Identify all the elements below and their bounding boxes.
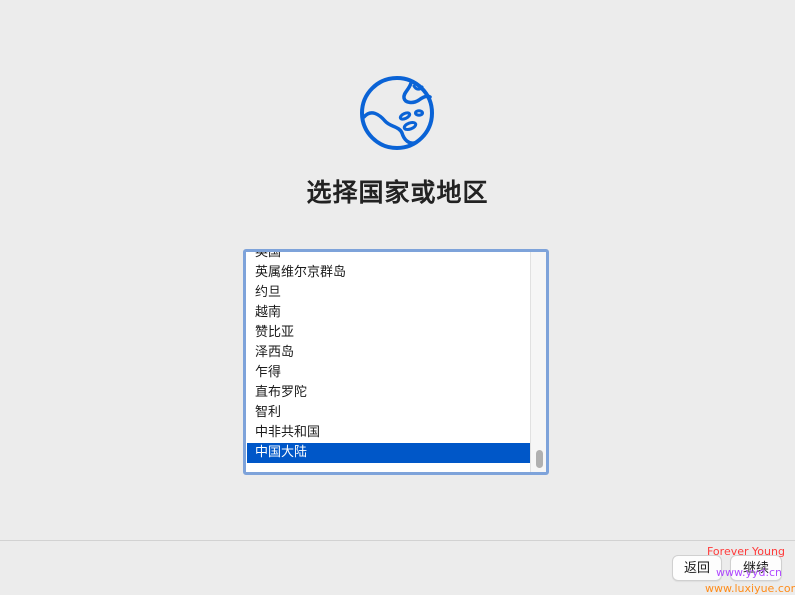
watermark-line-1: Forever Young xyxy=(707,545,785,558)
watermark-line-3: www.luxiyue.com xyxy=(705,582,795,595)
list-item[interactable]: 乍得 xyxy=(247,363,530,383)
list-item[interactable]: 智利 xyxy=(247,403,530,423)
list-item[interactable]: 越南 xyxy=(247,303,530,323)
list-item[interactable]: 中非共和国 xyxy=(247,423,530,443)
globe-icon xyxy=(360,76,434,150)
page-title: 选择国家或地区 xyxy=(306,178,489,207)
footer-divider xyxy=(0,540,795,541)
list-item[interactable]: 约旦 xyxy=(247,283,530,303)
country-listbox[interactable]: 英国 英属维尔京群岛 约旦 越南 赞比亚 泽西岛 乍得 直布罗陀 智利 中非共和… xyxy=(243,249,549,475)
country-list-viewport: 英国 英属维尔京群岛 约旦 越南 赞比亚 泽西岛 乍得 直布罗陀 智利 中非共和… xyxy=(246,252,546,472)
scrollbar-track[interactable] xyxy=(530,252,546,472)
list-item[interactable]: 直布罗陀 xyxy=(247,383,530,403)
list-item[interactable]: 英国 xyxy=(247,252,530,263)
list-item-selected[interactable]: 中国大陆 xyxy=(247,443,530,463)
back-button[interactable]: 返回 xyxy=(672,555,722,581)
watermark-line-2: www.yyd.cn xyxy=(716,566,782,579)
scrollbar-thumb[interactable] xyxy=(536,450,543,468)
list-item[interactable]: 赞比亚 xyxy=(247,323,530,343)
country-list: 英国 英属维尔京群岛 约旦 越南 赞比亚 泽西岛 乍得 直布罗陀 智利 中非共和… xyxy=(247,252,530,463)
list-item[interactable]: 英属维尔京群岛 xyxy=(247,263,530,283)
list-item[interactable]: 泽西岛 xyxy=(247,343,530,363)
